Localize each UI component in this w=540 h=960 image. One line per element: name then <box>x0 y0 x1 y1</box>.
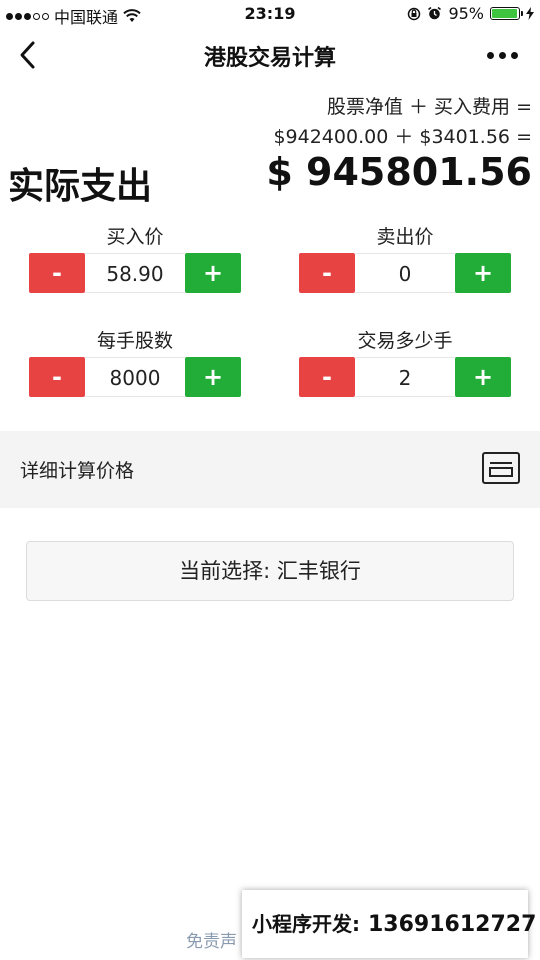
contact-label: 小程序开发: <box>252 912 360 936</box>
lots-label: 交易多少手 <box>357 330 453 352</box>
detail-calculation-row[interactable]: 详细计算价格 <box>0 431 540 508</box>
lots-stepper: - 2 + <box>299 357 511 397</box>
sell-price-plus-button[interactable]: + <box>455 253 511 293</box>
buy-price-field: 买入价 - 58.90 + <box>29 223 241 293</box>
lots-minus-button[interactable]: - <box>299 357 355 397</box>
battery-icon <box>490 7 523 20</box>
page: 中国联通 23:19 95% 港股交易计算 股票净值 ＋ 买入费用 = $942… <box>0 0 540 960</box>
sell-price-stepper: - 0 + <box>299 253 511 293</box>
lots-input[interactable]: 2 <box>355 357 455 397</box>
card-icon <box>482 452 520 484</box>
shares-per-lot-plus-button[interactable]: + <box>185 357 241 397</box>
shares-per-lot-stepper: - 8000 + <box>29 357 241 397</box>
page-title: 港股交易计算 <box>203 46 336 71</box>
actual-cost-label: 实际支出 <box>8 166 153 207</box>
developer-contact-banner: 小程序开发: 13691612727 <box>242 890 536 958</box>
sell-price-minus-button[interactable]: - <box>299 253 355 293</box>
sell-price-label: 卖出价 <box>376 226 434 248</box>
shares-per-lot-minus-button[interactable]: - <box>29 357 85 397</box>
detail-calculation-label: 详细计算价格 <box>20 460 135 482</box>
shares-per-lot-label: 每手股数 <box>96 330 173 352</box>
formula-labels: 股票净值 ＋ 买入费用 = <box>326 96 532 118</box>
nav-bar: 港股交易计算 <box>0 30 540 80</box>
status-bar: 中国联通 23:19 95% <box>0 0 540 28</box>
rotation-lock-icon <box>408 7 421 20</box>
buy-price-plus-button[interactable]: + <box>185 253 241 293</box>
sell-price-input[interactable]: 0 <box>355 253 455 293</box>
disclaimer-link[interactable]: 免责声 <box>186 927 237 952</box>
status-right: 95% <box>407 4 534 23</box>
battery-fill <box>492 9 517 18</box>
more-menu-icon[interactable] <box>487 52 518 59</box>
buy-price-minus-button[interactable]: - <box>29 253 85 293</box>
shares-per-lot-input[interactable]: 8000 <box>85 357 185 397</box>
charging-icon <box>526 7 534 20</box>
current-selection-button[interactable]: 当前选择: 汇丰银行 <box>26 541 514 601</box>
shares-per-lot-field: 每手股数 - 8000 + <box>29 327 241 397</box>
alarm-icon <box>428 6 442 20</box>
lots-plus-button[interactable]: + <box>455 357 511 397</box>
buy-price-label: 买入价 <box>106 226 164 248</box>
buy-price-input[interactable]: 58.90 <box>85 253 185 293</box>
lots-field: 交易多少手 - 2 + <box>299 327 511 397</box>
sell-price-field: 卖出价 - 0 + <box>299 223 511 293</box>
formula-values: $942400.00 ＋ $3401.56 = <box>273 126 532 148</box>
battery-percent: 95% <box>448 4 484 23</box>
buy-price-stepper: - 58.90 + <box>29 253 241 293</box>
contact-number: 13691612727 <box>368 912 537 937</box>
actual-cost-value: $ 945801.56 <box>266 150 532 194</box>
